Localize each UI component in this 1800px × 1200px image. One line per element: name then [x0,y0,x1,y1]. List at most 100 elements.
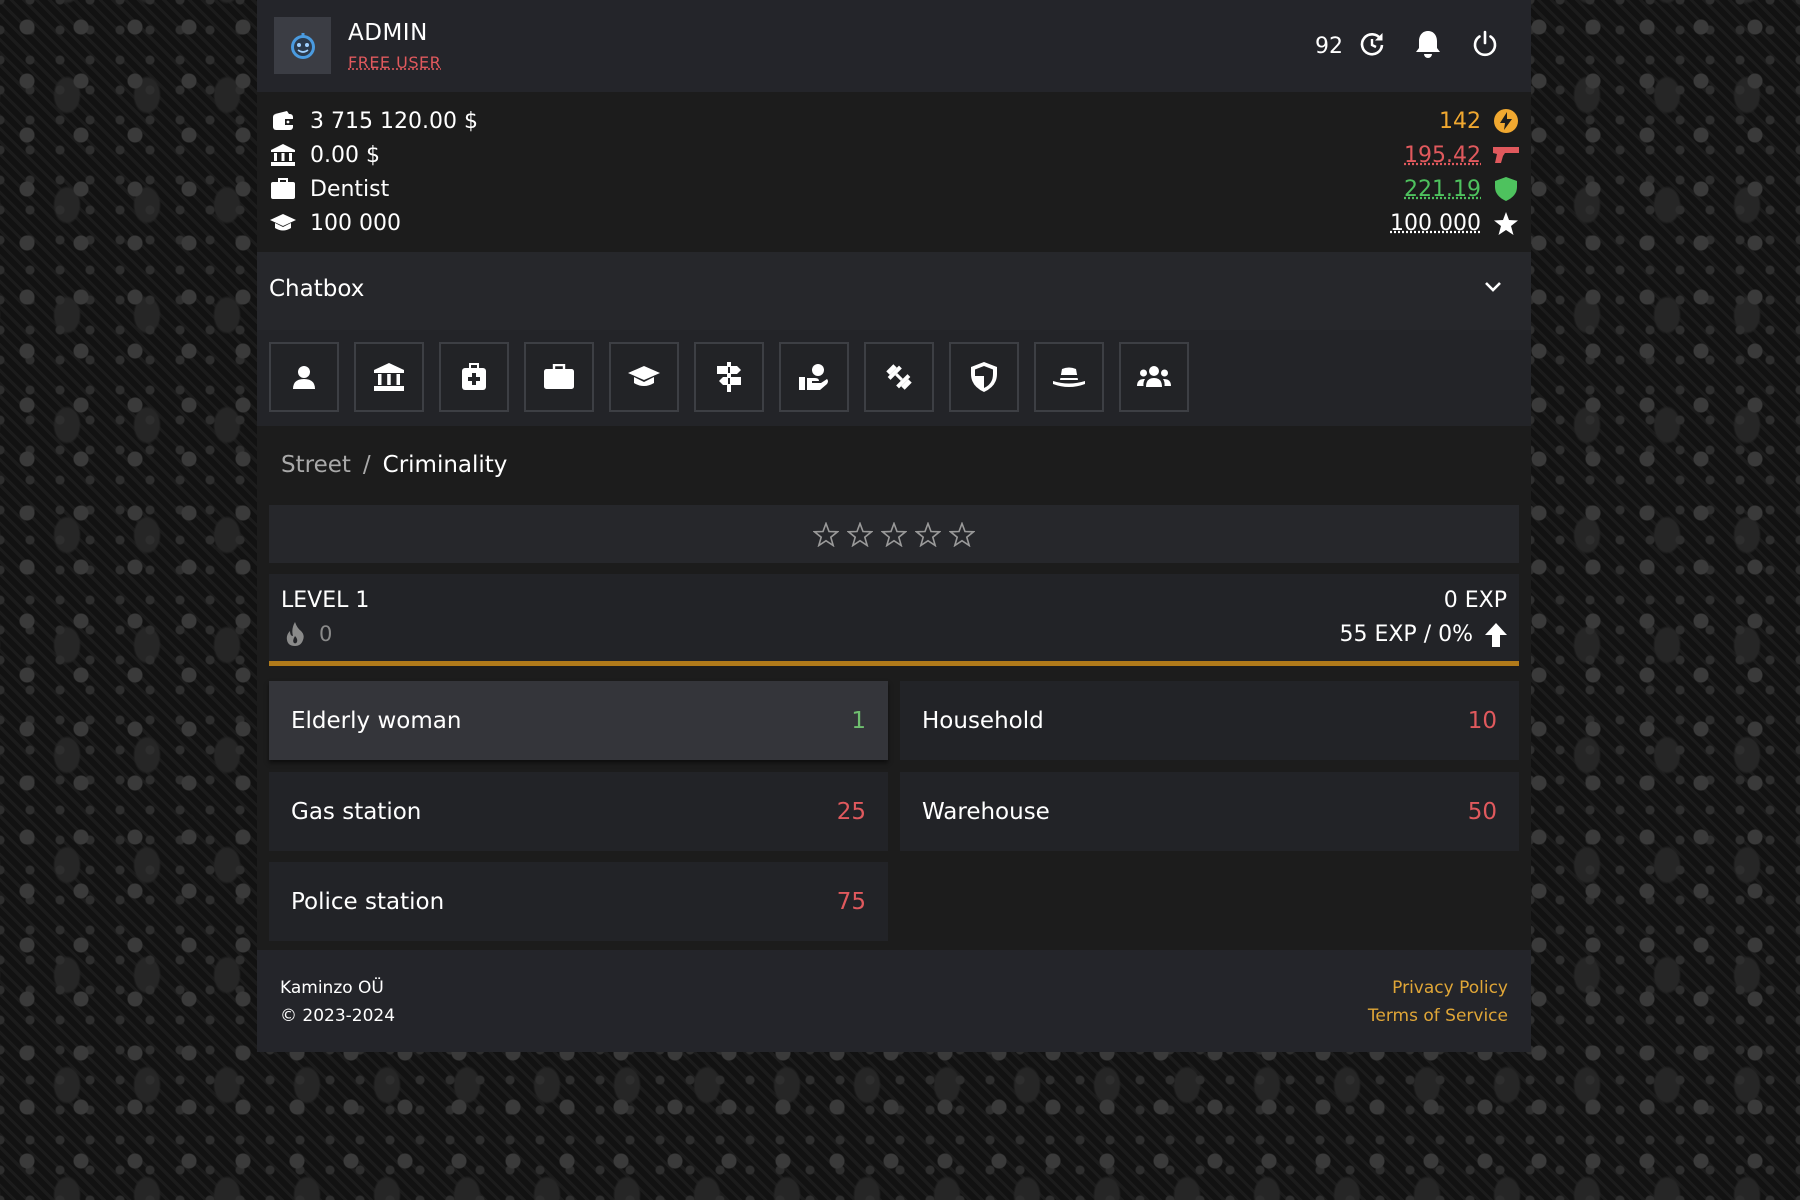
graduation-cap-icon [270,213,296,233]
medkit-icon [462,363,486,390]
energy-bolt-icon [1493,109,1519,133]
robot-face-icon [290,32,315,59]
rating-star-icon [949,521,975,547]
crime-value: 75 [836,888,866,915]
level-panel: LEVEL 1 0 0 EXP 55 EXP / 0% [269,574,1519,666]
exp-needed: 55 EXP / 0% [1339,622,1507,647]
user-icon [293,366,315,389]
nav-job-button[interactable] [524,342,594,412]
breadcrumb-current: Criminality [382,452,508,478]
notifications-button[interactable] [1414,29,1442,59]
stat-cash: 3 715 120.00 $ [270,106,478,136]
main-nav [257,330,1531,426]
footer-copyright: © 2023-2024 [280,1006,396,1026]
arrow-up-icon [1485,622,1507,647]
stat-energy-value: 142 [1439,108,1481,134]
nav-bank-button[interactable] [354,342,424,412]
footer-company: Kaminzo OÜ [280,978,384,998]
rating-star-icon [915,521,941,547]
current-exp: 0 EXP [1443,588,1507,613]
stat-job: Dentist [270,174,389,204]
exp-needed-value: 55 EXP / 0% [1339,622,1473,647]
hand-holding-icon [799,364,828,390]
crime-warehouse[interactable]: Warehouse 50 [900,772,1519,851]
stat-attack: 195.42 [1404,140,1519,170]
nav-gym-button[interactable] [864,342,934,412]
briefcase-icon [270,178,296,200]
graduation-cap-icon [628,366,660,386]
stat-energy: 142 [1439,106,1519,136]
crime-value: 50 [1467,798,1497,825]
shield-icon [1493,177,1519,201]
signpost-icon [717,362,741,392]
nav-charity-button[interactable] [779,342,849,412]
nav-disguise-button[interactable] [1034,342,1104,412]
wanted-level-stars [269,505,1519,563]
crime-gas-station[interactable]: Gas station 25 [269,772,888,851]
pistol-icon [1493,145,1519,165]
streak-value: 0 [319,622,333,646]
stat-attack-value: 195.42 [1404,142,1481,168]
flame-icon [286,622,304,646]
hat-icon [1053,367,1085,387]
bell-icon [1416,31,1440,58]
player-stats: 3 715 120.00 $ 0.00 $ Dentist 100 000 14… [257,92,1531,252]
user-tier-link[interactable]: FREE USER [348,53,441,72]
rating-star-icon [881,521,907,547]
refresh-icon [1360,33,1384,56]
crime-name: Police station [291,888,445,915]
breadcrumb-separator: / [362,452,371,478]
crime-name: Household [922,707,1044,734]
stat-bank: 0.00 $ [270,140,380,170]
stat-respect: 100 000 [1390,208,1519,238]
nav-profile-button[interactable] [269,342,339,412]
crime-value: 25 [836,798,866,825]
refresh-counter: 92 [1315,34,1343,59]
logout-button[interactable] [1471,30,1499,58]
terms-of-service-link[interactable]: Terms of Service [1368,1006,1508,1026]
nav-defense-button[interactable] [949,342,1019,412]
stat-education: 100 000 [270,208,401,238]
stat-cash-value: 3 715 120.00 $ [310,108,478,134]
chatbox-toggle[interactable]: Chatbox [257,252,1531,330]
briefcase-icon [544,364,574,389]
breadcrumb: Street / Criminality [281,452,507,478]
users-icon [1137,366,1171,387]
nav-gang-button[interactable] [1119,342,1189,412]
crime-name: Gas station [291,798,422,825]
rating-star-icon [813,521,839,547]
privacy-policy-link[interactable]: Privacy Policy [1392,978,1508,998]
crime-name: Elderly woman [291,707,462,734]
crime-elderly-woman[interactable]: Elderly woman 1 [269,681,888,760]
dumbbell-icon [886,364,912,390]
crime-value: 1 [851,707,866,734]
stat-education-value: 100 000 [310,210,401,236]
chatbox-title: Chatbox [269,276,365,302]
streak: 0 [285,622,332,646]
username: ADMIN [348,20,428,46]
rating-star-icon [847,521,873,547]
app-container: ADMIN FREE USER 92 3 715 120.00 $ 0.00 $… [257,0,1531,1052]
stat-respect-value: 100 000 [1390,210,1481,236]
footer: Kaminzo OÜ © 2023-2024 Privacy Policy Te… [257,950,1531,1052]
shield-halved-icon [971,362,997,392]
level-title: LEVEL 1 [281,588,370,613]
stat-defense: 221.19 [1404,174,1519,204]
chevron-down-icon [1483,280,1503,294]
nav-street-button[interactable] [694,342,764,412]
bank-icon [374,363,404,391]
avatar[interactable] [274,17,331,74]
top-header: ADMIN FREE USER 92 [257,0,1531,92]
stat-job-value: Dentist [310,176,390,202]
power-icon [1473,30,1497,57]
breadcrumb-street-link[interactable]: Street [281,452,351,478]
nav-education-button[interactable] [609,342,679,412]
star-icon [1493,211,1519,235]
crime-household[interactable]: Household 10 [900,681,1519,760]
nav-hospital-button[interactable] [439,342,509,412]
bank-icon [270,144,296,166]
stat-bank-value: 0.00 $ [310,142,380,168]
wallet-icon [270,111,296,131]
crime-police-station[interactable]: Police station 75 [269,862,888,941]
refresh-button[interactable] [1358,30,1386,58]
